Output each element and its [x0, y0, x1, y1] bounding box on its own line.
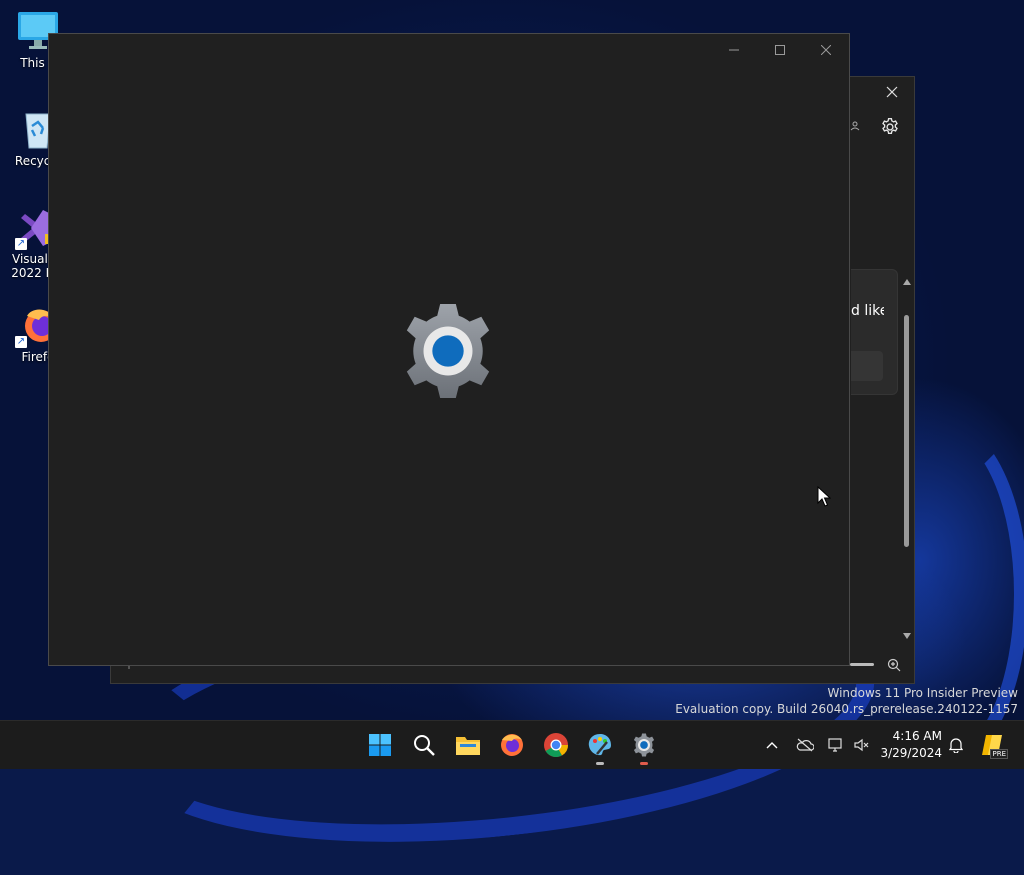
scroll-up-arrow-icon[interactable]: [903, 279, 911, 285]
close-icon: [886, 86, 898, 98]
maximize-icon: [775, 45, 785, 55]
file-explorer-icon: [456, 737, 480, 755]
back-window-card-text: d like: [851, 303, 884, 319]
zoom-slider[interactable]: [850, 663, 874, 666]
mouse-cursor-icon: [817, 486, 831, 507]
clock-date: 3/29/2024: [880, 746, 942, 760]
back-window-scrollbar[interactable]: [900, 277, 914, 641]
minimize-button[interactable]: [711, 34, 757, 66]
display-tray-button[interactable]: [826, 721, 846, 769]
running-indicator-active: [640, 762, 648, 765]
settings-taskbar-button[interactable]: [628, 729, 660, 765]
file-explorer-button[interactable]: [452, 729, 484, 761]
gear-icon: [882, 118, 898, 134]
watermark-line1: Windows 11 Pro Insider Preview: [827, 686, 1018, 700]
copilot-pre-badge: PRE: [990, 749, 1008, 759]
firefox-taskbar-button[interactable]: [496, 729, 528, 761]
firefox-icon: [501, 734, 523, 756]
speaker-mute-icon: [854, 738, 869, 752]
scroll-thumb[interactable]: [904, 315, 909, 547]
settings-splash-window[interactable]: [48, 33, 850, 666]
show-hidden-icons-button[interactable]: [762, 721, 782, 769]
paint-taskbar-button[interactable]: [584, 729, 616, 765]
back-window-close-button[interactable]: [886, 83, 898, 102]
maximize-button[interactable]: [757, 34, 803, 66]
start-button[interactable]: [364, 729, 396, 761]
display-icon: [828, 738, 842, 752]
start-icon: [369, 734, 391, 756]
zoom-in-icon: [887, 658, 901, 672]
taskbar: 4:16 AM 3/29/2024 PRE: [0, 720, 1024, 769]
taskbar-clock[interactable]: 4:16 AM 3/29/2024: [880, 728, 942, 762]
clock-time: 4:16 AM: [892, 729, 942, 743]
chrome-icon: [544, 733, 568, 758]
zoom-in-button[interactable]: [887, 657, 901, 676]
close-button[interactable]: [803, 34, 849, 66]
back-window-settings-button[interactable]: [880, 117, 900, 141]
volume-tray-button[interactable]: [852, 721, 872, 769]
search-icon: [414, 735, 435, 756]
chrome-taskbar-button[interactable]: [540, 729, 572, 761]
search-button[interactable]: [408, 729, 440, 761]
onedrive-tray-button[interactable]: [794, 721, 816, 769]
running-indicator: [596, 762, 604, 765]
close-icon: [821, 45, 831, 55]
bell-icon: [949, 738, 963, 753]
chevron-up-icon: [766, 742, 778, 749]
settings-gear-icon: [406, 303, 490, 399]
scroll-down-arrow-icon[interactable]: [903, 633, 911, 639]
watermark-line2: Evaluation copy. Build 26040.rs_prerelea…: [675, 702, 1018, 716]
shortcut-arrow-icon: ↗: [15, 238, 27, 250]
paint-icon: [588, 734, 611, 756]
minimize-icon: [729, 49, 739, 51]
back-window-card-button[interactable]: [851, 351, 883, 381]
shortcut-arrow-icon: ↗: [15, 336, 27, 348]
windows-watermark: Windows 11 Pro Insider Preview Evaluatio…: [675, 685, 1018, 717]
copilot-button[interactable]: PRE: [978, 721, 1008, 769]
onedrive-icon: [796, 738, 814, 752]
notifications-button[interactable]: [946, 721, 966, 769]
settings-icon: [633, 733, 655, 757]
account-icon: [850, 121, 860, 131]
